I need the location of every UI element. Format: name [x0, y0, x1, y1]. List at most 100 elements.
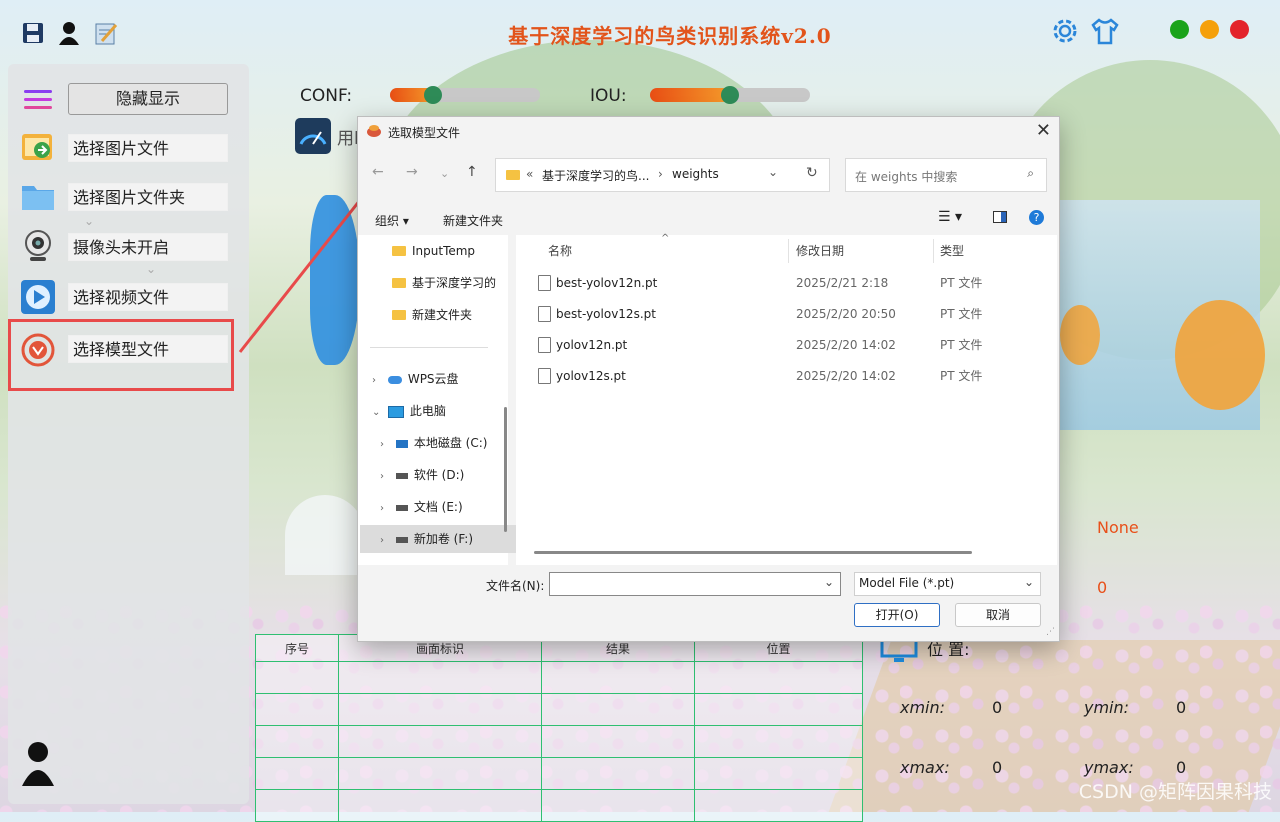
- dialog-app-icon: [366, 123, 382, 137]
- result-count-value: 0: [1097, 578, 1108, 597]
- cancel-button[interactable]: 取消: [955, 603, 1041, 627]
- account-icon[interactable]: [20, 740, 56, 786]
- file-type: PT 文件: [940, 338, 983, 352]
- search-icon[interactable]: ⌕: [1027, 166, 1034, 181]
- window-maximize-button[interactable]: [1200, 20, 1219, 39]
- nav-item-project-folder[interactable]: 基于深度学习的: [392, 269, 502, 297]
- file-row[interactable]: best-yolov12s.pt 2025/2/20 20:50 PT 文件: [516, 299, 1046, 329]
- nav-scrollbar[interactable]: [504, 407, 507, 532]
- view-options-icon[interactable]: ☰ ▾: [938, 209, 962, 225]
- breadcrumb-overflow[interactable]: «: [526, 167, 533, 181]
- file-icon: [538, 275, 551, 291]
- address-bar[interactable]: « 基于深度学习的鸟... › weights ⌄ ↻: [495, 158, 830, 192]
- xmax-value: 0: [992, 758, 1003, 777]
- toggle-display-button[interactable]: 隐藏显示: [68, 83, 228, 115]
- table-row[interactable]: [255, 757, 863, 790]
- filename-label: 文件名(N):: [486, 579, 545, 593]
- breadcrumb-parent[interactable]: 基于深度学习的鸟...: [542, 167, 649, 184]
- nav-item-wps-cloud[interactable]: › WPS云盘: [372, 365, 518, 393]
- camera-button[interactable]: 摄像头未开启: [68, 233, 228, 261]
- select-image-folder-button[interactable]: 选择图片文件夹: [68, 183, 228, 211]
- window-minimize-button[interactable]: [1170, 20, 1189, 39]
- nav-item-label: 基于深度学习的: [412, 276, 497, 290]
- conf-label: CONF:: [300, 86, 353, 106]
- window-close-button[interactable]: [1230, 20, 1249, 39]
- conf-slider[interactable]: [390, 86, 540, 104]
- nav-item-label: InputTemp: [412, 244, 476, 258]
- conf-slider-handle[interactable]: [424, 86, 442, 104]
- nav-item-label: 本地磁盘 (C:): [413, 436, 488, 450]
- shirt-icon[interactable]: [1090, 16, 1120, 46]
- table-row[interactable]: [255, 693, 863, 726]
- file-type-select[interactable]: Model File (*.pt) ⌄: [854, 572, 1041, 596]
- table-row[interactable]: [255, 661, 863, 694]
- folder-icon: [392, 245, 406, 256]
- column-divider[interactable]: [933, 239, 934, 263]
- nav-item-this-pc[interactable]: ⌄ 此电脑: [372, 397, 518, 425]
- new-folder-button[interactable]: 新建文件夹: [443, 212, 503, 229]
- chevron-right-icon[interactable]: ›: [380, 431, 392, 459]
- dialog-title: 选取模型文件: [388, 126, 461, 140]
- pc-icon: [387, 405, 404, 418]
- select-video-file-button[interactable]: 选择视频文件: [68, 283, 228, 311]
- preview-pane-icon[interactable]: [993, 211, 1007, 223]
- file-row[interactable]: yolov12s.pt 2025/2/20 14:02 PT 文件: [516, 361, 1046, 391]
- navigation-pane: InputTemp 基于深度学习的 新建文件夹 › WPS云盘 ⌄ 此电脑 › …: [358, 235, 516, 565]
- image-file-icon: [20, 128, 56, 164]
- iou-slider-handle[interactable]: [721, 86, 739, 104]
- dialog-toolbar: 组织 ▾ 新建文件夹 ☰ ▾ ?: [358, 205, 1057, 233]
- breadcrumb-current[interactable]: weights: [672, 167, 719, 181]
- file-date: 2025/2/20 14:02: [796, 338, 896, 352]
- menu-icon[interactable]: [24, 88, 52, 112]
- search-field[interactable]: 在 weights 中搜索 ⌕: [845, 158, 1047, 192]
- gear-icon[interactable]: [1050, 16, 1080, 46]
- chevron-down-icon[interactable]: ⌄: [372, 399, 384, 427]
- background-autumn-tree: [1060, 305, 1100, 365]
- horizontal-scrollbar[interactable]: [534, 551, 972, 554]
- highlight-box: [8, 319, 234, 391]
- table-row[interactable]: [255, 789, 863, 822]
- chevron-down-icon: ⌄: [146, 262, 157, 276]
- chevron-right-icon[interactable]: ›: [380, 495, 392, 523]
- file-icon: [538, 306, 551, 322]
- forward-icon[interactable]: →: [406, 164, 418, 180]
- recent-dropdown-icon[interactable]: ⌄: [440, 167, 449, 180]
- help-icon[interactable]: ?: [1029, 210, 1044, 225]
- dialog-footer: 文件名(N): ⌄ Model File (*.pt) ⌄ 打开(O) 取消 ⋰: [358, 551, 1057, 639]
- table-row[interactable]: [255, 725, 863, 758]
- iou-label: IOU:: [590, 86, 627, 106]
- file-name: best-yolov12n.pt: [556, 276, 658, 290]
- file-name: best-yolov12s.pt: [556, 307, 656, 321]
- refresh-icon[interactable]: ↻: [806, 165, 818, 181]
- file-row[interactable]: yolov12n.pt 2025/2/20 14:02 PT 文件: [516, 330, 1046, 360]
- ymax-value: 0: [1176, 758, 1187, 777]
- speed-gauge-icon: [295, 118, 331, 154]
- column-header-type[interactable]: 类型: [940, 239, 964, 263]
- watermark: CSDN @矩阵因果科技: [1078, 781, 1272, 803]
- select-image-file-button[interactable]: 选择图片文件: [68, 134, 228, 162]
- breadcrumb-separator: ›: [658, 167, 663, 181]
- resize-grip-icon[interactable]: ⋰: [1046, 627, 1055, 637]
- up-icon[interactable]: ↑: [466, 164, 478, 180]
- filename-input[interactable]: ⌄: [549, 572, 841, 596]
- column-divider[interactable]: [788, 239, 789, 263]
- chevron-right-icon[interactable]: ›: [380, 527, 392, 555]
- dialog-close-button[interactable]: ✕: [1036, 120, 1051, 141]
- file-date: 2025/2/21 2:18: [796, 276, 889, 290]
- back-icon[interactable]: ←: [372, 164, 384, 180]
- nav-item-label: 此电脑: [409, 404, 446, 418]
- organize-menu[interactable]: 组织 ▾: [375, 212, 409, 229]
- chevron-down-icon[interactable]: ⌄: [1024, 575, 1034, 589]
- chevron-right-icon[interactable]: ›: [372, 367, 384, 395]
- nav-item-label: 新加卷 (F:): [413, 532, 474, 546]
- chevron-right-icon[interactable]: ›: [380, 463, 392, 491]
- iou-slider[interactable]: [650, 86, 810, 104]
- file-date: 2025/2/20 14:02: [796, 369, 896, 383]
- nav-item-drive-f[interactable]: › 新加卷 (F:): [360, 525, 516, 553]
- chevron-down-icon[interactable]: ⌄: [768, 165, 778, 179]
- column-header-date[interactable]: 修改日期: [796, 239, 844, 263]
- column-header-name[interactable]: 名称: [548, 239, 572, 263]
- file-row[interactable]: best-yolov12n.pt 2025/2/21 2:18 PT 文件: [516, 268, 1046, 298]
- open-button[interactable]: 打开(O): [854, 603, 940, 627]
- chevron-down-icon[interactable]: ⌄: [824, 575, 834, 589]
